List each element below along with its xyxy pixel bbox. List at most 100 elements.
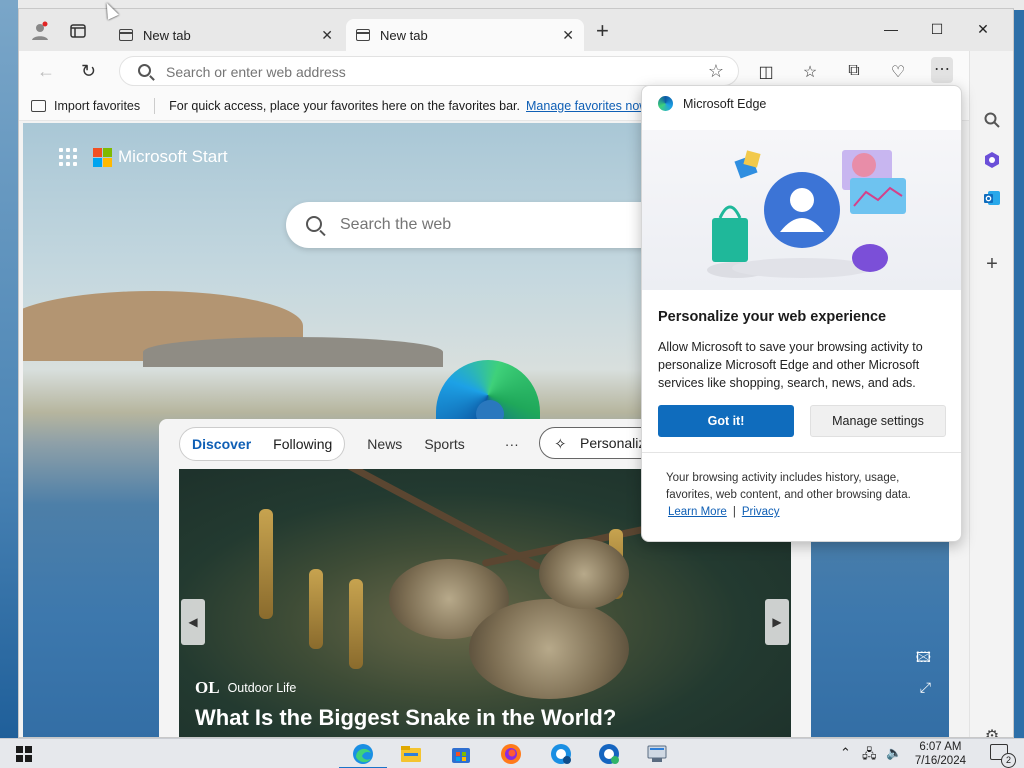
minimize-icon[interactable]: —: [881, 21, 901, 37]
popup-header: Microsoft Edge: [658, 96, 766, 111]
taskbar: ⌃ 🖧 🔈 6:07 AM 7/16/2024 2: [0, 738, 1024, 768]
manage-settings-button[interactable]: Manage settings: [810, 405, 946, 437]
taskbar-store-icon[interactable]: [449, 742, 473, 766]
network-icon[interactable]: 🖧: [862, 745, 877, 767]
source-name: Outdoor Life: [227, 681, 297, 695]
got-it-button[interactable]: Got it!: [658, 405, 794, 437]
taskbar-clock[interactable]: 6:07 AM 7/16/2024: [915, 740, 966, 768]
taskbar-edge-dev-icon[interactable]: [597, 742, 621, 766]
clock-date: 7/16/2024: [914, 755, 966, 767]
previous-arrow-icon[interactable]: ◀: [181, 599, 205, 645]
import-favorites-label: Import favorites: [54, 98, 141, 113]
microsoft-start-logo[interactable]: Microsoft Start: [59, 147, 228, 167]
collections-icon[interactable]: ⧉: [843, 62, 865, 80]
taskbar-firefox-icon[interactable]: [499, 742, 523, 766]
split-screen-icon[interactable]: ◫: [755, 62, 777, 82]
browser-essentials-icon[interactable]: ♡: [887, 62, 909, 82]
privacy-link[interactable]: Privacy: [742, 506, 780, 518]
search-icon: [138, 64, 151, 77]
tab-title: New tab: [143, 27, 191, 43]
taskbar-edge-icon[interactable]: [339, 742, 387, 768]
refresh-icon[interactable]: ↻: [81, 61, 96, 82]
personalize-popup: Microsoft Edge Personalize your web expe…: [641, 85, 962, 542]
settings-more-icon[interactable]: ⋯: [931, 57, 953, 83]
search-icon: [306, 216, 322, 232]
feed-tabs: Discover Following News Sports ···: [179, 427, 519, 461]
sidebar-add-icon[interactable]: +: [981, 253, 1003, 275]
apps-launcher-icon[interactable]: [59, 148, 77, 166]
brand-label: Microsoft Start: [118, 147, 228, 166]
tab-favicon-icon: [356, 29, 370, 41]
import-icon: [31, 99, 46, 112]
learn-more-link[interactable]: Learn More: [668, 506, 727, 518]
popup-illustration: [642, 130, 961, 290]
maximize-icon[interactable]: ☐: [927, 21, 947, 38]
close-window-icon[interactable]: ✕: [973, 21, 993, 38]
tab-sports[interactable]: Sports: [424, 436, 464, 452]
background-image-icon[interactable]: 🖾: [916, 647, 931, 671]
favorites-hint: For quick access, place your favorites h…: [169, 98, 521, 113]
sidebar-settings-icon[interactable]: ⚙: [981, 725, 1003, 737]
personalize-icon: ✧: [554, 436, 567, 453]
close-tab-icon[interactable]: ✕: [562, 27, 574, 44]
more-tabs-icon[interactable]: ···: [505, 436, 519, 452]
manage-favorites-link[interactable]: Manage favorites now: [526, 99, 648, 113]
tab-following[interactable]: Following: [273, 436, 332, 452]
address-bar[interactable]: ☆: [119, 56, 739, 86]
popup-body: Allow Microsoft to save your browsing ac…: [658, 340, 923, 390]
tab-actions-icon[interactable]: [67, 20, 89, 42]
web-search-input[interactable]: [340, 215, 640, 235]
favorites-icon[interactable]: ☆: [799, 62, 821, 82]
edge-logo-icon: [658, 96, 673, 111]
article-headline[interactable]: What Is the Biggest Snake in the World?: [195, 705, 616, 731]
notifications-icon[interactable]: 2: [990, 744, 1016, 768]
link-separator: |: [732, 506, 736, 518]
address-input[interactable]: [166, 62, 666, 82]
tab-news[interactable]: News: [367, 436, 402, 452]
taskbar-app-icon[interactable]: [645, 742, 669, 766]
close-tab-icon[interactable]: ✕: [321, 27, 333, 44]
desktop-left-edge: [0, 0, 18, 738]
sidebar-outlook-icon[interactable]: [981, 187, 1003, 209]
notification-count: 2: [1001, 753, 1016, 768]
clock-time: 6:07 AM: [919, 741, 962, 753]
volume-icon[interactable]: 🔈: [886, 745, 902, 761]
popup-app-name: Microsoft Edge: [683, 96, 767, 111]
seaweed-shape: [259, 509, 273, 619]
landscape-hill: [143, 337, 443, 367]
add-favorite-icon[interactable]: ☆: [708, 61, 724, 82]
start-windows-icon[interactable]: [12, 742, 36, 766]
sidebar-copilot-icon[interactable]: [981, 149, 1003, 171]
sidebar-search-icon[interactable]: [981, 109, 1003, 131]
feed-tab-group: Discover Following: [179, 427, 346, 461]
expand-icon[interactable]: ⤢: [920, 679, 931, 696]
popup-footer: Your browsing activity includes history,…: [666, 472, 911, 501]
taskbar-file-explorer-icon[interactable]: [399, 742, 423, 766]
show-hidden-icons-icon[interactable]: ⌃: [840, 745, 851, 761]
article-source: OL Outdoor Life: [195, 678, 296, 698]
seaweed-shape: [309, 569, 323, 649]
tab-bar: New tab ✕ New tab ✕ + — ☐ ✕: [19, 9, 1013, 51]
seaweed-shape: [349, 579, 363, 669]
tab-favicon-icon: [119, 29, 133, 41]
outdoor-life-logo: OL: [195, 678, 220, 697]
divider: [642, 452, 961, 453]
tab-2[interactable]: New tab ✕: [346, 19, 584, 51]
back-icon[interactable]: ←: [37, 61, 55, 82]
profile-icon[interactable]: [29, 20, 51, 42]
tab-discover[interactable]: Discover: [192, 436, 251, 452]
snake-shape: [539, 539, 629, 609]
popup-links: Learn More | Privacy: [668, 506, 780, 518]
snake-shape: [469, 599, 629, 699]
microsoft-logo-icon: [93, 147, 112, 167]
new-tab-icon[interactable]: +: [596, 20, 609, 42]
tab-1[interactable]: New tab ✕: [109, 19, 343, 51]
popup-title: Personalize your web experience: [658, 309, 887, 325]
sidebar: + ⚙: [969, 51, 1013, 737]
next-arrow-icon[interactable]: ▶: [765, 599, 789, 645]
taskbar-edge-beta-icon[interactable]: [549, 742, 573, 766]
import-favorites-button[interactable]: Import favorites: [31, 99, 140, 113]
divider: [154, 97, 156, 114]
web-search-box[interactable]: [286, 202, 686, 248]
tab-title: New tab: [380, 27, 428, 43]
